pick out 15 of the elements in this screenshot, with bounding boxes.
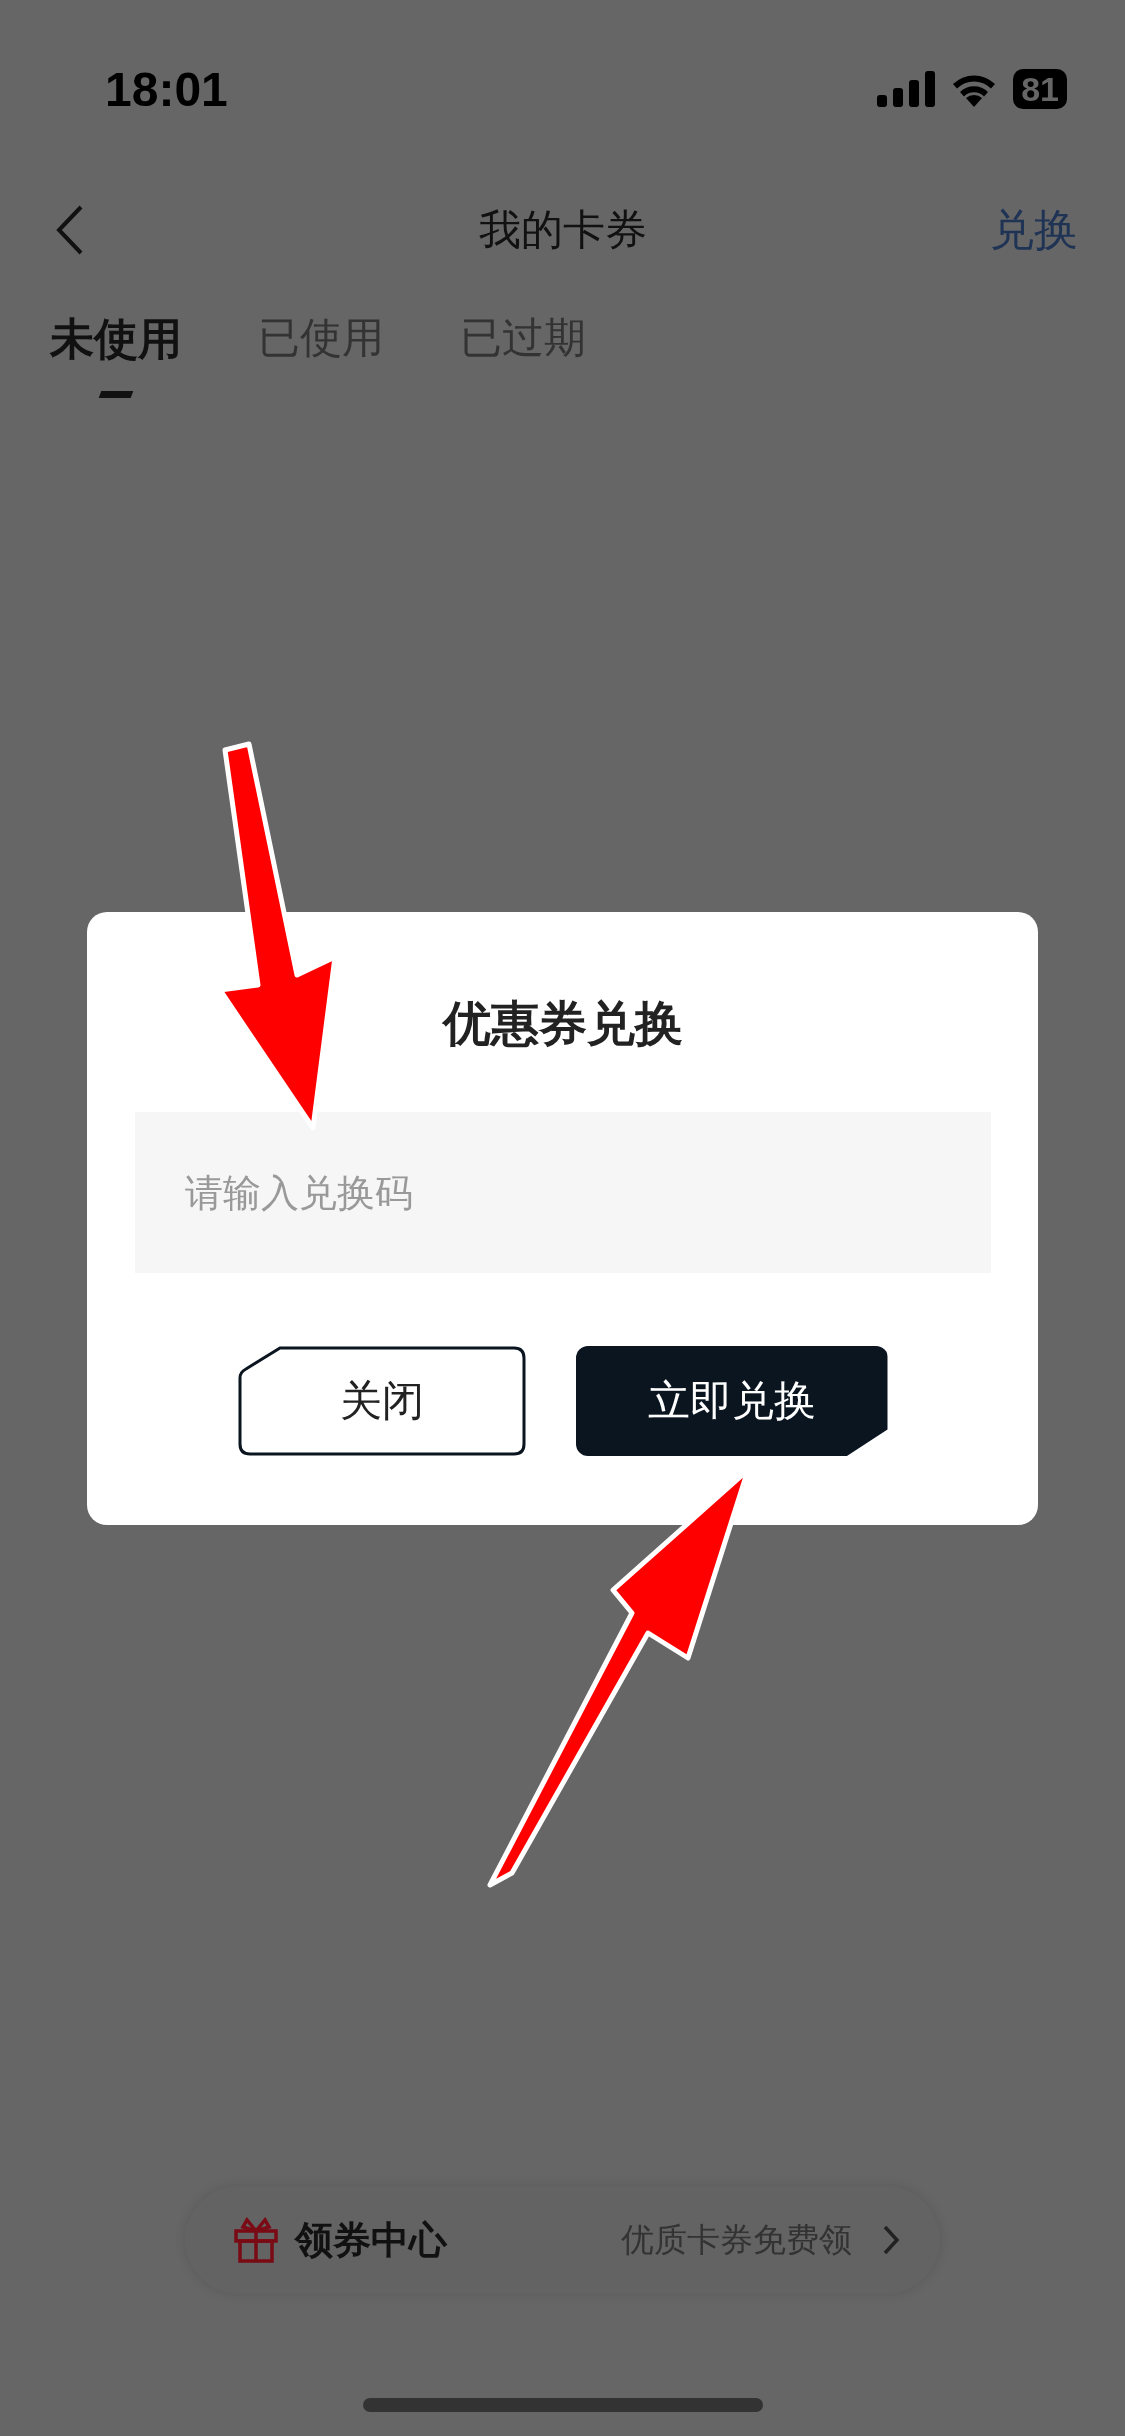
status-time: 18:01 bbox=[105, 61, 228, 117]
close-button[interactable]: 关闭 bbox=[237, 1346, 526, 1456]
redeem-button[interactable]: 立即兑换 bbox=[575, 1346, 888, 1456]
chevron-right-icon bbox=[882, 2224, 900, 2256]
tab[interactable]: 未使用 bbox=[50, 310, 182, 369]
code-input-field[interactable]: 请输入兑换码 bbox=[134, 1112, 991, 1273]
gift-icon bbox=[233, 2217, 279, 2263]
redeem-link[interactable]: 兑换 bbox=[990, 200, 1078, 260]
signal-icon bbox=[877, 71, 936, 107]
tab-indicator bbox=[98, 391, 134, 398]
dialog-title: 优惠券兑换 bbox=[442, 994, 683, 1053]
battery-indicator: 81 bbox=[1013, 69, 1067, 109]
page-title: 我的卡券 bbox=[478, 204, 647, 256]
back-icon[interactable] bbox=[55, 204, 85, 256]
coupon-center-title: 领券中心 bbox=[295, 2216, 447, 2264]
